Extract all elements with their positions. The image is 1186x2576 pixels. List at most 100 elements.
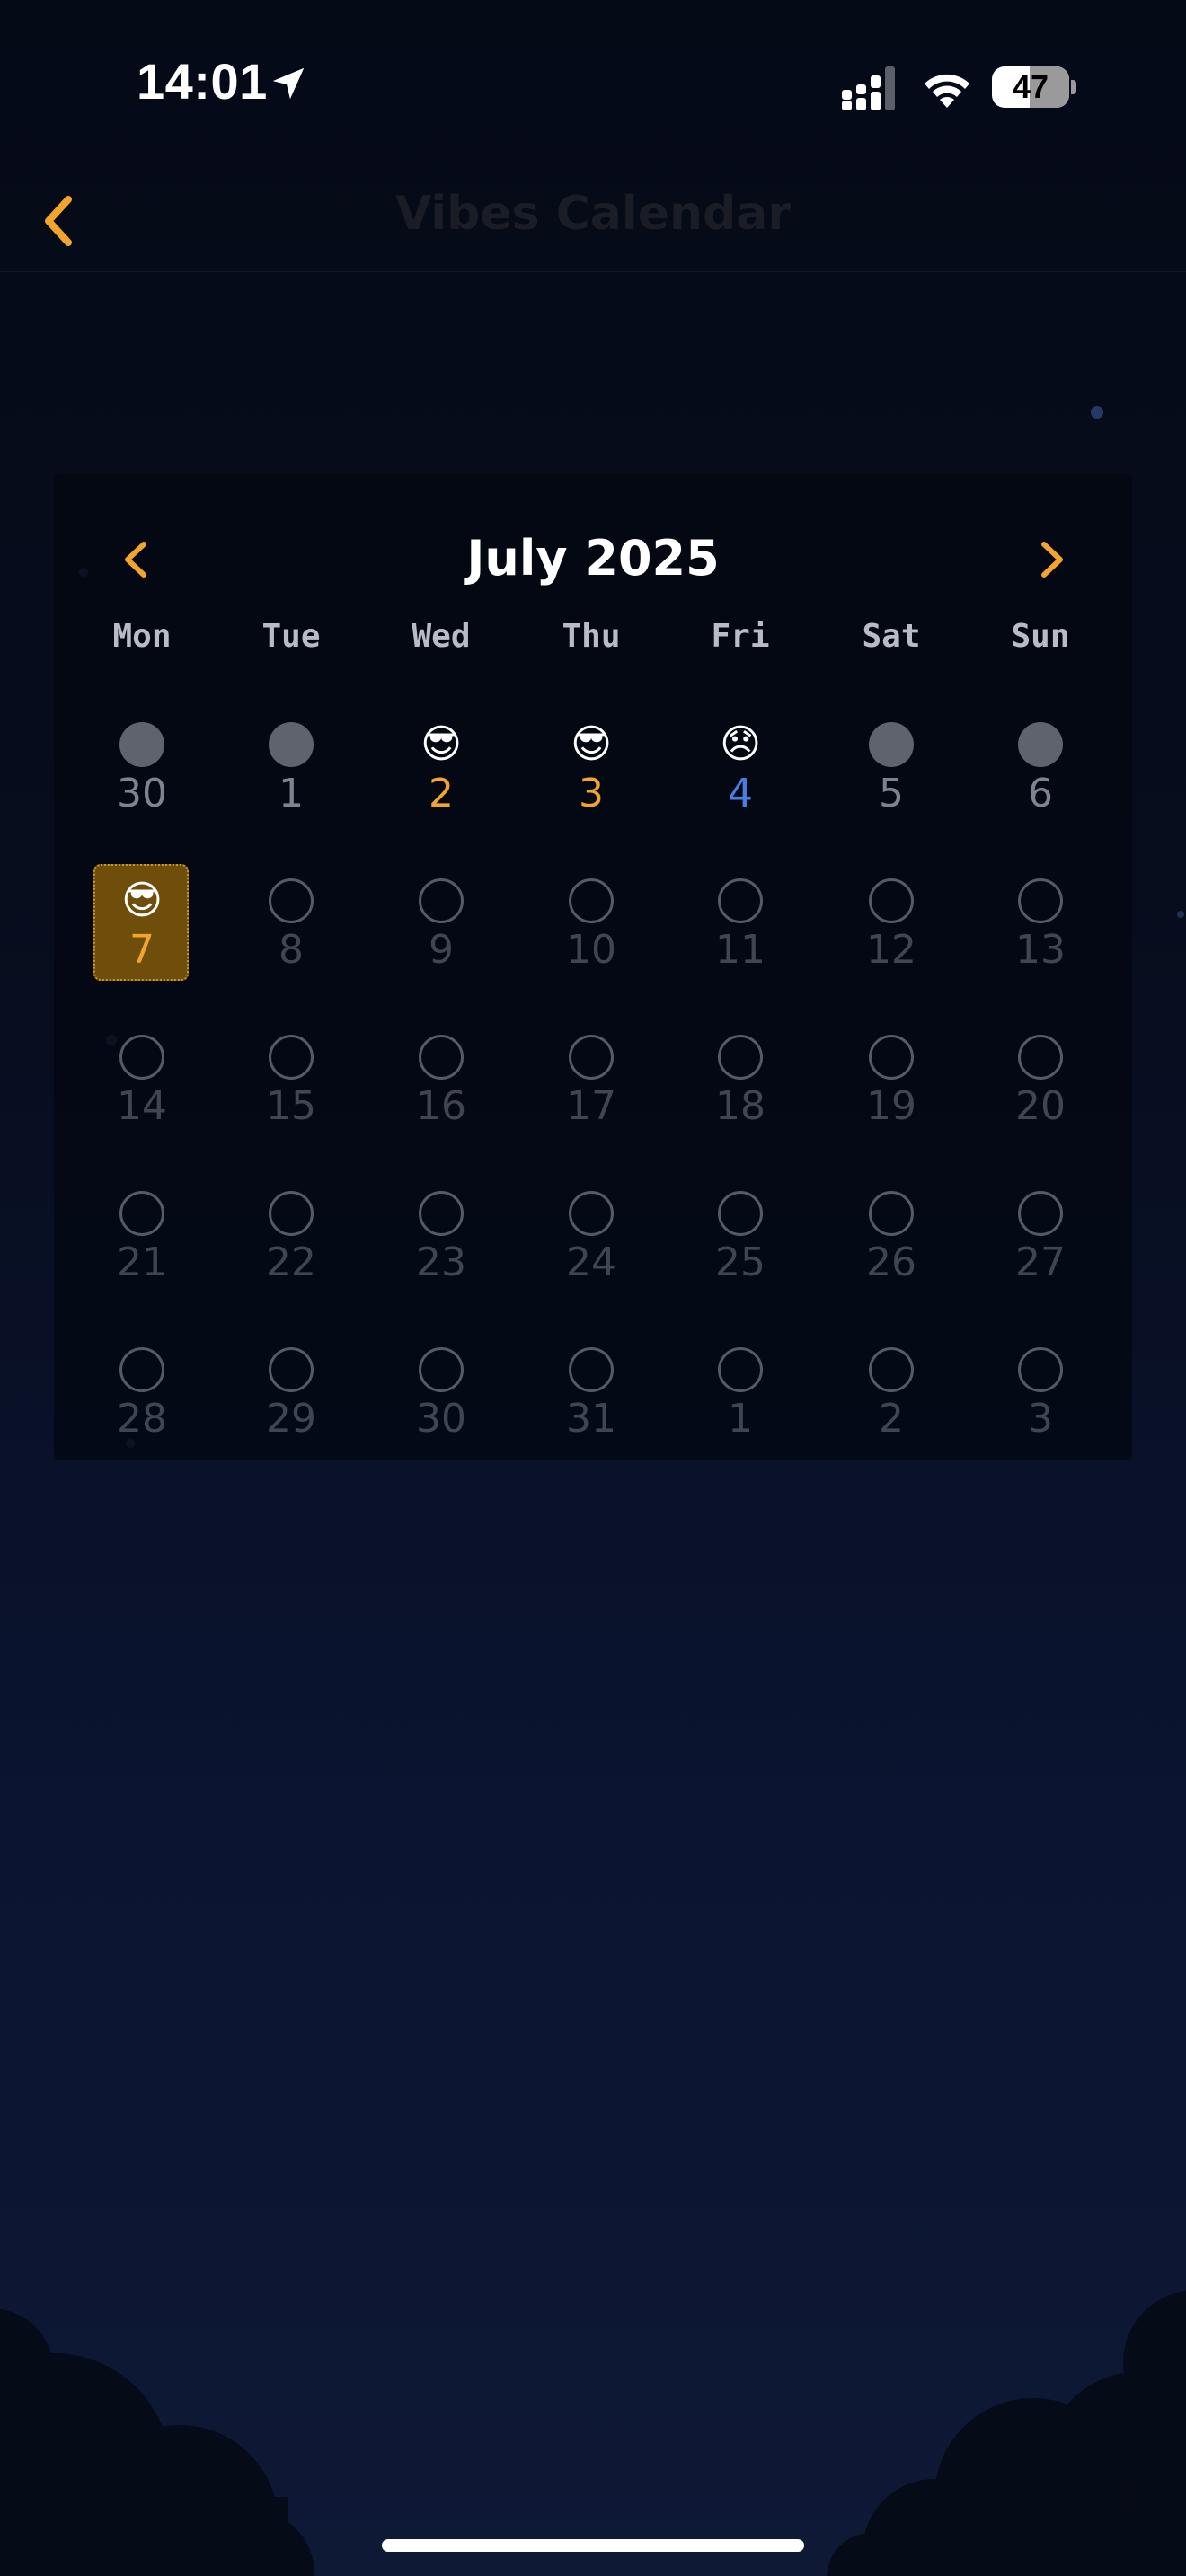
mood-circle-empty-icon (419, 1347, 464, 1392)
day-number: 26 (866, 1239, 916, 1285)
battery-icon: 47 (992, 66, 1076, 108)
day-cell[interactable]: 8 (224, 857, 358, 1001)
page-title: Vibes Calendar (394, 187, 792, 241)
sad-face-emoji-icon: 😞 (720, 721, 761, 767)
mood-circle-empty-icon (569, 1035, 614, 1080)
day-cell[interactable]: 1 (673, 1326, 808, 1469)
mood-circle-empty-icon (718, 878, 763, 923)
mood-circle-empty-icon (119, 1191, 164, 1236)
day-cell[interactable]: 15 (224, 1013, 358, 1157)
day-cell[interactable]: 16 (374, 1013, 509, 1157)
mood-circle-empty-icon (1018, 1035, 1063, 1080)
day-number: 27 (1015, 1239, 1066, 1285)
sunglasses-emoji-icon: 😎 (121, 878, 163, 923)
day-cell[interactable]: 28 (75, 1326, 209, 1469)
day-number: 30 (117, 771, 167, 816)
weekday-label: Thu (562, 618, 621, 655)
day-cell[interactable]: 11 (673, 857, 808, 1001)
day-cell[interactable]: 13 (973, 857, 1108, 1001)
day-cell[interactable]: 29 (224, 1326, 358, 1469)
weekday-label: Sat (862, 618, 921, 655)
day-number: 2 (879, 1396, 904, 1442)
day-cell[interactable]: 18 (673, 1013, 808, 1157)
day-cell[interactable]: 20 (973, 1013, 1108, 1157)
day-number: 4 (728, 771, 753, 816)
mood-circle-empty-icon (569, 1347, 614, 1392)
mood-circle-empty-icon (419, 878, 464, 923)
mood-circle-empty-icon (718, 1191, 763, 1236)
day-cell[interactable]: 9 (374, 857, 509, 1001)
day-number: 7 (129, 927, 155, 973)
location-arrow-icon (272, 67, 305, 100)
mood-circle-empty-icon (269, 1035, 314, 1080)
day-cell[interactable]: 31 (524, 1326, 659, 1469)
status-bar: 14:01 47 (0, 0, 1186, 171)
day-cell[interactable]: 21 (75, 1169, 209, 1313)
day-number: 3 (1028, 1396, 1053, 1442)
day-number: 6 (1028, 771, 1053, 816)
mood-dot-filled-icon (1018, 722, 1063, 767)
day-cell[interactable]: 23 (374, 1169, 509, 1313)
weekday-label: Tue (261, 618, 321, 655)
day-cell[interactable]: 22 (224, 1169, 358, 1313)
day-number: 31 (566, 1396, 616, 1442)
day-cell[interactable]: 24 (524, 1169, 659, 1313)
mood-circle-empty-icon (869, 1191, 914, 1236)
day-cell[interactable]: 30 (75, 701, 209, 844)
day-cell[interactable]: 12 (824, 857, 959, 1001)
mood-circle-empty-icon (869, 1035, 914, 1080)
calendar-header: July 2025 (54, 519, 1132, 600)
day-cell[interactable]: 10 (524, 857, 659, 1001)
day-cell[interactable]: 30 (374, 1326, 509, 1469)
day-cell[interactable]: 2 (824, 1326, 959, 1469)
month-title: July 2025 (466, 530, 720, 587)
wifi-icon (925, 74, 969, 108)
day-cell[interactable]: 27 (973, 1169, 1108, 1313)
mood-circle-empty-icon (1018, 1191, 1063, 1236)
day-cell[interactable]: 17 (524, 1013, 659, 1157)
day-cell[interactable]: 14 (75, 1013, 209, 1157)
weekday-label: Wed (412, 618, 471, 655)
mood-dot-filled-icon (269, 722, 314, 767)
mood-circle-empty-icon (119, 1347, 164, 1392)
day-number: 16 (416, 1083, 466, 1129)
day-cell[interactable]: 25 (673, 1169, 808, 1313)
home-indicator[interactable] (382, 2539, 804, 2552)
day-number: 24 (566, 1239, 616, 1285)
day-number: 15 (266, 1083, 316, 1129)
cellular-signal-icon (842, 66, 895, 110)
day-number: 14 (117, 1083, 167, 1129)
day-cell[interactable]: 6 (973, 701, 1108, 844)
day-cell[interactable]: 3 (973, 1326, 1108, 1469)
sunglasses-emoji-icon: 😎 (420, 721, 462, 767)
day-cell[interactable]: 1 (224, 701, 358, 844)
day-cell[interactable]: 😞 4 (673, 701, 808, 844)
status-time: 14:01 (137, 53, 268, 110)
day-number: 1 (279, 771, 304, 816)
day-number: 30 (416, 1396, 466, 1442)
day-cell[interactable]: 5 (824, 701, 959, 844)
day-cell[interactable]: 26 (824, 1169, 959, 1313)
navigation-bar: Vibes Calendar (0, 171, 1186, 272)
mood-circle-empty-icon (119, 1035, 164, 1080)
day-cell[interactable]: 19 (824, 1013, 959, 1157)
day-number: 29 (266, 1396, 316, 1442)
mood-dot-filled-icon (869, 722, 914, 767)
mood-circle-empty-icon (869, 1347, 914, 1392)
day-number: 2 (429, 771, 454, 816)
mood-circle-empty-icon (419, 1191, 464, 1236)
next-month-button[interactable] (1021, 528, 1084, 591)
day-number: 22 (266, 1239, 316, 1285)
day-cell-selected[interactable]: 😎 7 (75, 857, 209, 1001)
day-number: 8 (279, 927, 304, 973)
mood-circle-empty-icon (1018, 1347, 1063, 1392)
battery-level: 47 (1012, 68, 1049, 105)
day-cell[interactable]: 😎 2 (374, 701, 509, 844)
day-number: 11 (715, 927, 766, 973)
day-cell[interactable]: 😎 3 (524, 701, 659, 844)
sunglasses-emoji-icon: 😎 (571, 721, 612, 767)
mood-circle-empty-icon (869, 878, 914, 923)
day-number: 21 (117, 1239, 167, 1285)
day-number: 18 (715, 1083, 766, 1129)
day-number: 19 (866, 1083, 916, 1129)
